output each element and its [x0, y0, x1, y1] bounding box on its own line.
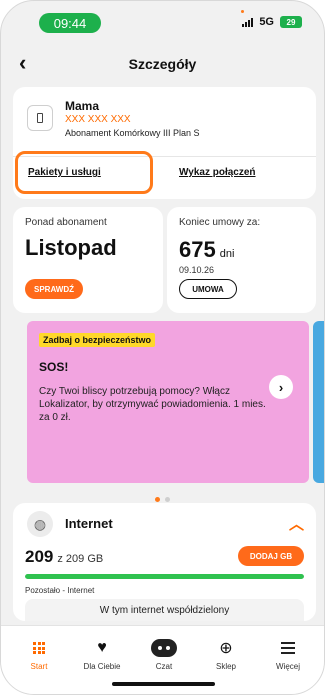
contract-days-number: 675 — [179, 237, 216, 262]
status-indicators: 5G 29 — [242, 16, 302, 28]
signal-icon — [242, 17, 254, 27]
internet-total: z 209 GB — [57, 553, 104, 565]
network-type: 5G — [259, 16, 274, 28]
privacy-indicator-dot — [241, 10, 244, 13]
contract-days: 675 dni — [179, 237, 234, 263]
nav-item-sklep[interactable]: ⊕ Sklep — [198, 638, 254, 671]
subscription-label: Ponad abonament — [25, 217, 107, 228]
nav-item-czat[interactable]: Czat — [136, 638, 192, 671]
nav-item-start[interactable]: Start — [11, 638, 67, 671]
contract-end-label: Koniec umowy za: — [179, 217, 261, 228]
contract-end-card: Koniec umowy za: 675 dni 09.10.26 UMOWA — [167, 207, 316, 313]
heart-icon: ♥ — [97, 639, 107, 656]
phone-screen: 09:44 5G 29 ‹ Szczegóły Mama XXX XXX XXX… — [0, 0, 325, 695]
nav-label: Więcej — [275, 662, 300, 671]
internet-caption: Pozostało - Internet — [25, 586, 95, 595]
chevron-up-icon[interactable]: ︿ — [289, 513, 304, 534]
next-promo-card[interactable] — [313, 321, 324, 483]
contract-end-date: 09.10.26 — [179, 265, 215, 275]
status-bar: 09:44 5G 29 — [1, 1, 324, 41]
internet-card: ◍ Internet ︿ 209 z 209 GB DODAJ GB Pozos… — [13, 503, 316, 621]
nav-label: Dla Ciebie — [83, 662, 121, 671]
internet-progress-fill — [25, 574, 304, 579]
contact-number: XXX XXX XXX — [65, 114, 131, 125]
tab-wykaz-polaczen[interactable]: Wykaz połączeń — [179, 167, 256, 178]
page-header: ‹ Szczegóły — [1, 49, 324, 79]
chevron-right-icon[interactable]: › — [269, 375, 293, 399]
grid-icon — [33, 638, 45, 658]
carousel-dot[interactable] — [155, 497, 160, 502]
internet-remaining: 209 — [25, 547, 54, 566]
subscription-month: Listopad — [25, 235, 117, 260]
carousel-dots — [1, 497, 324, 502]
internet-title: Internet — [65, 516, 113, 531]
check-button[interactable]: SPRAWDŹ — [25, 279, 83, 299]
contract-days-unit: dni — [219, 248, 235, 260]
internet-data: 209 z 209 GB — [25, 547, 103, 567]
add-gb-button[interactable]: DODAJ GB — [238, 546, 304, 566]
status-time: 09:44 — [39, 13, 101, 33]
home-indicator[interactable] — [112, 682, 215, 686]
nav-label: Start — [30, 662, 48, 671]
highlight-outline — [15, 151, 153, 194]
subscription-card: Ponad abonament Listopad SPRAWDŹ — [13, 207, 163, 313]
internet-progress — [25, 574, 304, 579]
globe-icon: ◍ — [27, 511, 53, 537]
menu-icon — [281, 638, 295, 658]
battery-level: 29 — [286, 17, 296, 27]
battery-icon: 29 — [280, 16, 302, 28]
carousel-dot[interactable] — [165, 497, 170, 502]
chevron-left-icon[interactable]: ‹ — [19, 52, 26, 74]
nav-item-dla-ciebie[interactable]: ♥ Dla Ciebie — [74, 638, 130, 671]
nav-item-wiecej[interactable]: Więcej — [260, 638, 316, 671]
promo-title: SOS! — [39, 360, 69, 374]
contact-name: Mama — [65, 99, 100, 113]
nav-label: Sklep — [215, 662, 236, 671]
page-title: Szczegóły — [128, 56, 197, 72]
promo-text: Czy Twoi bliscy potrzebują pomocy? Włącz… — [39, 386, 266, 423]
promo-tag: Zadbaj o bezpieczeństwo — [39, 333, 156, 347]
basket-icon: ⊕ — [219, 640, 233, 657]
chat-icon — [151, 638, 177, 658]
contract-button[interactable]: UMOWA — [179, 279, 237, 299]
nav-label: Czat — [155, 662, 173, 671]
contact-plan: Abonament Komórkowy III Plan S — [65, 128, 200, 138]
phone-icon — [27, 105, 53, 131]
shared-internet-row[interactable]: W tym internet współdzielony — [25, 599, 304, 621]
promo-card[interactable]: Zadbaj o bezpieczeństwo SOS! Czy Twoi bl… — [27, 321, 309, 483]
